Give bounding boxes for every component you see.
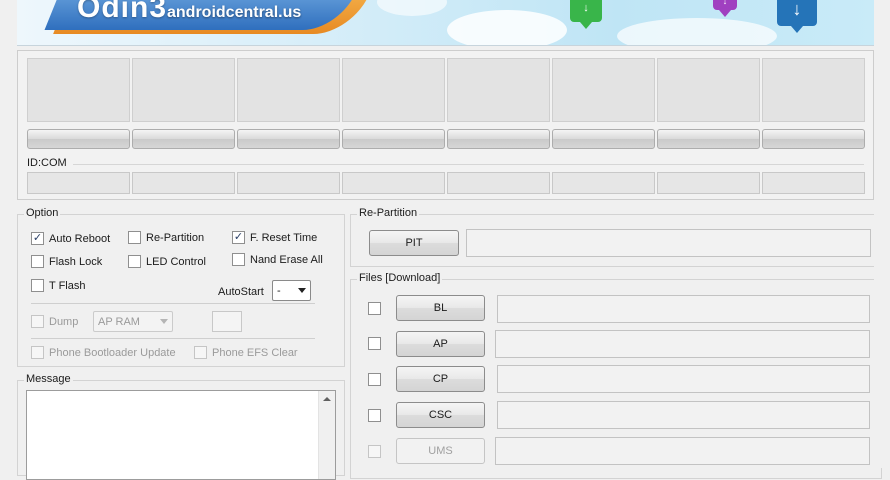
port-slot-6 — [552, 58, 655, 122]
message-log-textarea[interactable] — [26, 390, 336, 480]
world-map-shape — [377, 0, 447, 16]
option-divider — [31, 338, 315, 339]
logo-subtitle: androidcentral.us — [167, 4, 302, 21]
download-arrow-icon: ↓ — [570, 0, 602, 29]
phone-bootloader-update-checkbox[interactable]: Phone Bootloader Update — [31, 346, 176, 359]
csc-checkbox[interactable] — [368, 409, 381, 422]
csc-file-path-field[interactable] — [497, 401, 870, 429]
id-com-box-7 — [657, 172, 760, 194]
t-flash-checkbox[interactable]: T Flash — [31, 279, 85, 292]
cp-file-path-field[interactable] — [497, 365, 870, 393]
port-progress-bar-4 — [342, 129, 445, 149]
flash-lock-checkbox[interactable]: Flash Lock — [31, 255, 102, 268]
id-com-box-1 — [27, 172, 130, 194]
cp-button[interactable]: CP — [396, 366, 485, 392]
world-map-shape — [617, 18, 777, 45]
option-group: Option ✓ Auto Reboot Re-Partition ✓ F. R… — [17, 207, 345, 367]
csc-button[interactable]: CSC — [396, 402, 485, 428]
f-reset-time-checkbox[interactable]: ✓ F. Reset Time — [232, 231, 317, 244]
logo-title: Odin3 — [77, 0, 168, 24]
id-com-box-5 — [447, 172, 550, 194]
download-arrow-icon: ↓ — [777, 0, 817, 33]
option-divider — [31, 303, 315, 304]
port-slot-8 — [762, 58, 865, 122]
ums-file-path-field[interactable] — [495, 437, 870, 465]
cp-checkbox[interactable] — [368, 373, 381, 386]
auto-reboot-checkbox[interactable]: ✓ Auto Reboot — [31, 232, 110, 245]
ums-checkbox[interactable] — [368, 445, 381, 458]
port-progress-bar-6 — [552, 129, 655, 149]
port-progress-bar-1 — [27, 129, 130, 149]
dump-checkbox[interactable]: Dump — [31, 315, 78, 328]
checkbox-box[interactable] — [128, 231, 141, 244]
ap-checkbox[interactable] — [368, 337, 381, 350]
port-progress-bar-7 — [657, 129, 760, 149]
ap-file-path-field[interactable] — [495, 330, 870, 358]
window-right-edge — [874, 0, 890, 468]
port-slot-7 — [657, 58, 760, 122]
bl-checkbox[interactable] — [368, 302, 381, 315]
checkbox-box[interactable] — [31, 255, 44, 268]
checkbox-box[interactable]: ✓ — [31, 232, 44, 245]
dump-type-combo[interactable]: AP RAM — [93, 311, 173, 332]
checkbox-box[interactable] — [232, 253, 245, 266]
chevron-down-icon — [160, 319, 168, 324]
checkbox-box[interactable] — [31, 315, 44, 328]
message-group-title: Message — [24, 373, 73, 385]
autostart-combo[interactable]: - — [272, 280, 311, 301]
port-slot-3 — [237, 58, 340, 122]
header-banner: Odin3 androidcentral.us ↓ ↓ ↓ — [17, 0, 874, 46]
files-download-group: Files [Download] BL AP CP CSC UMS — [350, 272, 882, 479]
message-group: Message — [17, 373, 345, 480]
download-arrow-icon: ↓ — [713, 0, 737, 17]
id-com-label: ID:COM — [27, 157, 67, 169]
id-com-box-4 — [342, 172, 445, 194]
port-progress-bar-2 — [132, 129, 235, 149]
bl-button[interactable]: BL — [396, 295, 485, 321]
world-map-shape — [447, 10, 567, 45]
checkbox-box[interactable] — [128, 255, 141, 268]
ums-button[interactable]: UMS — [396, 438, 485, 464]
id-com-box-2 — [132, 172, 235, 194]
port-slot-4 — [342, 58, 445, 122]
led-control-checkbox[interactable]: LED Control — [128, 255, 206, 268]
repartition-group: Re-Partition PIT — [350, 207, 882, 267]
checkbox-box[interactable] — [31, 346, 44, 359]
nand-erase-all-checkbox[interactable]: Nand Erase All — [232, 253, 323, 266]
checkbox-box[interactable]: ✓ — [232, 231, 245, 244]
phone-efs-clear-checkbox[interactable]: Phone EFS Clear — [194, 346, 298, 359]
id-com-box-8 — [762, 172, 865, 194]
message-scrollbar[interactable] — [318, 391, 335, 479]
id-com-box-6 — [552, 172, 655, 194]
option-group-title: Option — [24, 207, 61, 219]
bl-file-path-field[interactable] — [497, 295, 870, 323]
checkbox-box[interactable] — [31, 279, 44, 292]
port-status-panel: ID:COM — [17, 50, 874, 200]
id-com-divider — [73, 164, 864, 165]
re-partition-checkbox[interactable]: Re-Partition — [128, 231, 204, 244]
port-slot-2 — [132, 58, 235, 122]
scroll-up-arrow-icon[interactable] — [323, 397, 331, 401]
port-slot-5 — [447, 58, 550, 122]
pit-file-path-field[interactable] — [466, 229, 871, 257]
ap-button[interactable]: AP — [396, 331, 485, 357]
port-progress-bar-5 — [447, 129, 550, 149]
id-com-box-3 — [237, 172, 340, 194]
port-progress-bar-3 — [237, 129, 340, 149]
files-group-title: Files [Download] — [357, 272, 443, 284]
checkbox-box[interactable] — [194, 346, 207, 359]
dump-value-field[interactable] — [212, 311, 242, 332]
autostart-label: AutoStart — [218, 286, 264, 298]
pit-button[interactable]: PIT — [369, 230, 459, 256]
port-slot-1 — [27, 58, 130, 122]
chevron-down-icon — [298, 288, 306, 293]
port-progress-bar-8 — [762, 129, 865, 149]
repartition-group-title: Re-Partition — [357, 207, 420, 219]
